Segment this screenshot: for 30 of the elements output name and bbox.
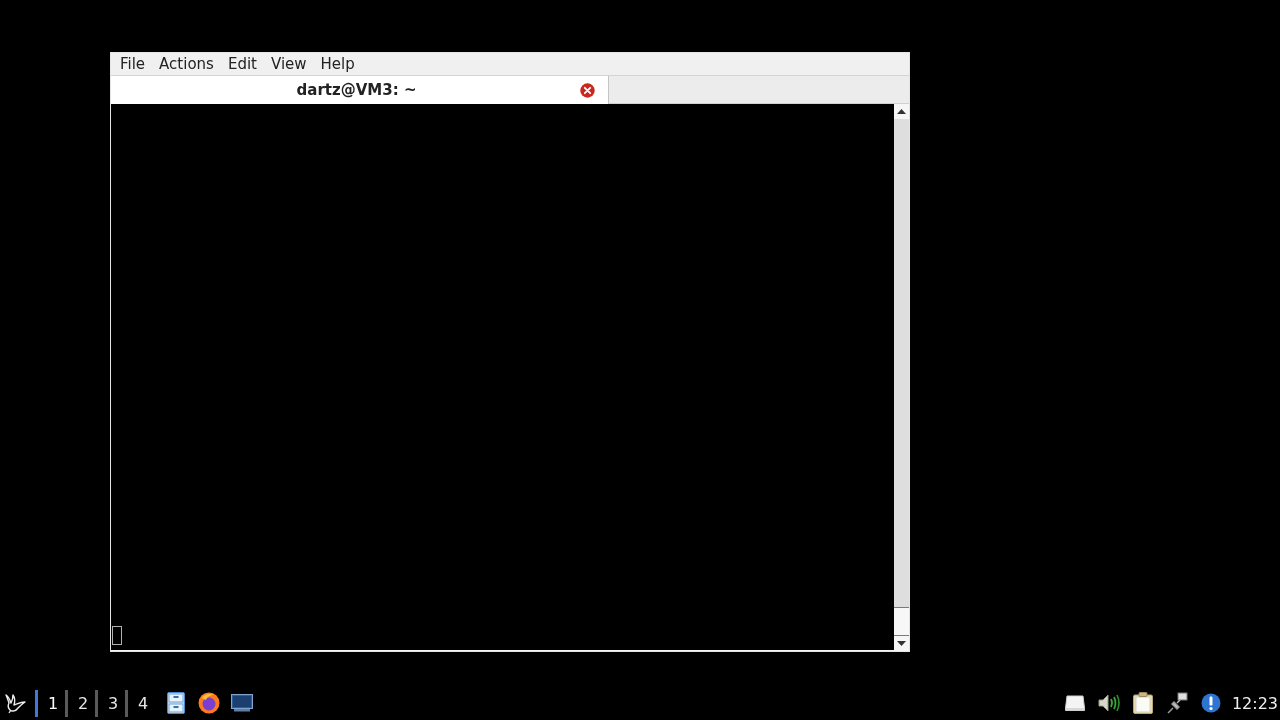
clipboard-icon [1132, 692, 1153, 714]
globe-icon [198, 692, 220, 714]
browser-launcher[interactable] [197, 691, 221, 715]
workspace-button[interactable]: 3 [95, 689, 125, 717]
screen-launcher[interactable] [230, 691, 254, 715]
file-manager-launcher[interactable] [164, 691, 188, 715]
menu-item[interactable]: View [263, 53, 314, 75]
alert-icon [1200, 693, 1221, 713]
volume-button[interactable] [1096, 691, 1121, 715]
monitor-icon [231, 694, 253, 712]
clock: 12:23 [1231, 693, 1278, 713]
menu-item[interactable]: Actions [152, 53, 221, 75]
workspace-button[interactable]: 2 [65, 689, 95, 717]
menu-item[interactable]: File [113, 53, 153, 75]
bird-icon [4, 692, 26, 714]
workspace-button[interactable]: 4 [125, 689, 155, 717]
clipboard-button[interactable] [1130, 691, 1155, 715]
drive-icon [1064, 695, 1085, 711]
plug-icon [1165, 692, 1188, 714]
text-cursor [112, 626, 122, 645]
close-icon[interactable] [580, 82, 595, 98]
speaker-icon [1097, 693, 1120, 713]
file-cabinet-icon [167, 692, 185, 714]
terminal-tab[interactable]: dartz@VM3: ~ [111, 76, 609, 104]
menu-item[interactable]: Edit [220, 53, 264, 75]
scrollbar-thumb[interactable] [894, 607, 909, 636]
up-arrow-icon [897, 109, 906, 114]
workspace-button[interactable]: 1 [35, 689, 65, 717]
menu-item[interactable]: Help [313, 53, 362, 75]
down-arrow-icon [897, 641, 906, 646]
